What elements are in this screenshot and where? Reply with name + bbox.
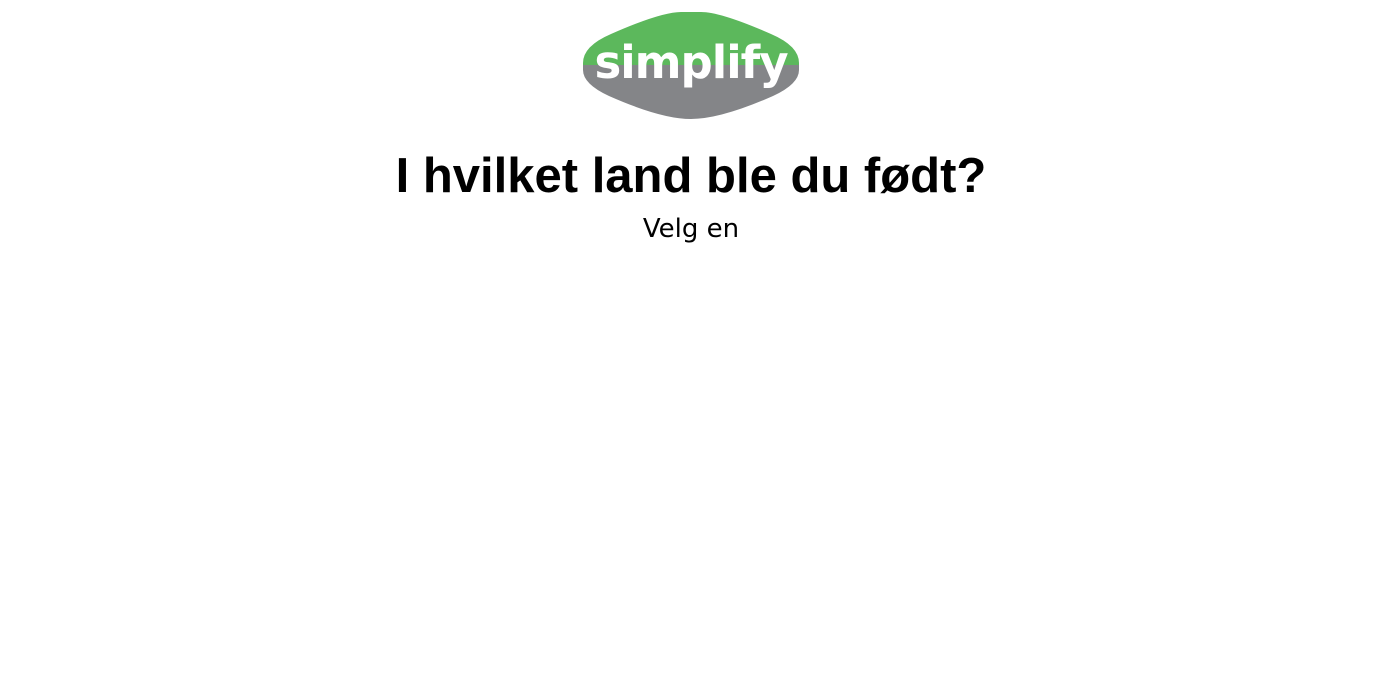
logo-wordmark: simplify bbox=[594, 36, 788, 89]
page: simplify I hvilket land ble du født? Vel… bbox=[0, 0, 1382, 683]
simplify-logo: simplify bbox=[581, 8, 801, 122]
logo-graphic: simplify bbox=[583, 12, 799, 119]
question-title: I hvilket land ble du født? bbox=[395, 149, 987, 203]
question-hint: Velg en bbox=[642, 214, 740, 244]
